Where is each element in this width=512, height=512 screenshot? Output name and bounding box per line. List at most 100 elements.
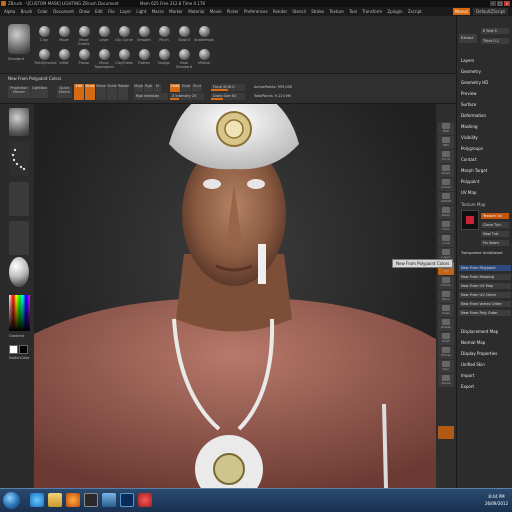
new-txtr-button[interactable]: New Txtr [481, 231, 509, 237]
start-button[interactable] [3, 492, 20, 509]
tray-geometry[interactable]: Geometry [461, 69, 481, 74]
tray-deformation[interactable]: Deformation [461, 113, 486, 118]
menu-texture[interactable]: Texture [329, 9, 344, 14]
color-chip-button[interactable] [438, 426, 454, 439]
new-from-uv-check-button[interactable]: New From UV Check [459, 292, 511, 298]
move-button[interactable]: Move [96, 84, 106, 100]
menu-file[interactable]: File [108, 9, 115, 14]
brush-move-topological[interactable]: Move Topological [94, 49, 114, 69]
texture-slot-icon[interactable] [9, 221, 29, 255]
zadd-button[interactable]: Zadd [170, 84, 180, 92]
menus-toggle-button[interactable]: Menus [452, 8, 471, 15]
m-button[interactable]: M [154, 84, 161, 92]
tray-unified-skin[interactable]: Unified Skin [461, 362, 485, 367]
tray-normal-map[interactable]: Normal Map [461, 340, 485, 345]
ie-icon[interactable] [30, 493, 44, 507]
texture-thumbnail[interactable] [461, 210, 479, 230]
brush-slot-icon[interactable] [9, 108, 29, 136]
projection-master-button[interactable]: Projection Master [8, 86, 30, 98]
standard-brush-preview[interactable] [8, 24, 30, 54]
brush-move-elastic[interactable]: Move Elastic [74, 26, 94, 46]
zsub-button[interactable]: Zsub [181, 84, 191, 92]
document-canvas[interactable] [34, 104, 436, 488]
secondary-color-swatch[interactable] [19, 345, 28, 354]
brush-planar[interactable]: Planar [74, 49, 94, 69]
brush-inflat[interactable]: Inflat [54, 49, 74, 69]
alpha-slot-icon[interactable] [9, 182, 29, 216]
firefox-icon[interactable] [66, 493, 80, 507]
draw-button[interactable]: Draw [85, 84, 95, 100]
rotate-button[interactable]: Rotate [118, 84, 129, 100]
menu-picker[interactable]: Picker [227, 9, 239, 14]
main-color-swatch[interactable] [9, 345, 18, 354]
frame-button[interactable]: Frame [438, 276, 454, 289]
brush-nudge[interactable]: Nudge [154, 49, 174, 69]
material-sphere-icon[interactable] [9, 257, 29, 287]
persp-button[interactable]: Persp [438, 206, 454, 219]
extract-button[interactable]: Extract [459, 34, 477, 43]
menu-color[interactable]: Color [37, 9, 47, 14]
tray-uv-map[interactable]: UV Map [461, 190, 476, 195]
brush-hpolish[interactable]: hPolish [194, 49, 214, 69]
menu-zscript[interactable]: Zscript [408, 9, 422, 14]
brush-move[interactable]: Move [54, 26, 74, 46]
menu-zplugin[interactable]: Zplugin [387, 9, 402, 14]
zscript-dropdown[interactable]: DefaultZScript [473, 8, 508, 15]
tray-texture-map[interactable]: Texture Map [461, 202, 485, 207]
actual-button[interactable]: Actual [438, 178, 454, 191]
fix-seam-button[interactable]: Fix Seam [481, 240, 509, 246]
transparent-antialiased-options[interactable]: Transparent AntiAliased [459, 250, 511, 256]
media-icon[interactable] [138, 493, 152, 507]
tray-polygroups[interactable]: Polygroups [461, 146, 483, 151]
brush-snakehook[interactable]: SnakeHook [194, 26, 214, 46]
solo-button[interactable]: Solo [438, 360, 454, 373]
aahalf-button[interactable]: AAHalf [438, 192, 454, 205]
zcut-button[interactable]: Zcut [192, 84, 202, 92]
rotate-view-button[interactable]: Rotate [438, 318, 454, 331]
menu-tool[interactable]: Tool [349, 9, 357, 14]
menu-material[interactable]: Material [188, 9, 204, 14]
minimize-button[interactable]: – [490, 1, 496, 6]
menu-alpha[interactable]: Alpha [4, 9, 15, 14]
edit-button[interactable]: Edit [74, 84, 84, 100]
tray-import[interactable]: Import [461, 373, 474, 378]
menu-macro[interactable]: Macro [152, 9, 164, 14]
brush-clip-curve[interactable]: Clip Curve [114, 26, 134, 46]
new-from-polypaint-button[interactable]: New From Polypaint [459, 265, 511, 271]
spix-button[interactable]: SPix [438, 136, 454, 149]
menu-transform[interactable]: Transform [362, 9, 382, 14]
xpose-button[interactable]: Xpose [438, 374, 454, 387]
lightbox-button[interactable]: LightBox [31, 86, 48, 98]
menu-light[interactable]: Light [136, 9, 146, 14]
menu-document[interactable]: Document [53, 9, 74, 14]
menu-stroke[interactable]: Stroke [311, 9, 324, 14]
tray-visibility[interactable]: Visibility [461, 135, 478, 140]
texture-on-button[interactable]: Texture On [481, 213, 509, 219]
clone-txtr-button[interactable]: Clone Txtr [481, 222, 509, 228]
bpr-button[interactable]: BPR [438, 122, 454, 135]
brush-slash3[interactable]: Slash3 [174, 26, 194, 46]
tray-polypaint[interactable]: Polypaint [461, 179, 479, 184]
tray-surface[interactable]: Surface [461, 102, 476, 107]
e-smt-slider[interactable]: E Smt 5 [481, 28, 509, 34]
color-picker[interactable] [9, 295, 30, 331]
draw-size-slider[interactable]: Draw Size 64 [211, 93, 245, 100]
menu-stencil[interactable]: Stencil [292, 9, 306, 14]
new-from-uv-map-button[interactable]: New From UV Map [459, 283, 511, 289]
menu-marker[interactable]: Marker [169, 9, 183, 14]
explorer-icon[interactable] [48, 493, 62, 507]
brush-layer[interactable]: Layer [94, 26, 114, 46]
tray-contact[interactable]: Contact [461, 157, 477, 162]
zbrush-icon[interactable] [84, 493, 98, 507]
tray-geometry-hd[interactable]: Geometry HD [461, 80, 488, 85]
tray-morph-target[interactable]: Morph Target [461, 168, 487, 173]
move-view-button[interactable]: Move [438, 290, 454, 303]
menu-brush[interactable]: Brush [21, 9, 33, 14]
menu-draw[interactable]: Draw [79, 9, 89, 14]
brush-dam-standard[interactable]: Dam Standard [174, 49, 194, 69]
thick-slider[interactable]: Thick 0.1 [481, 38, 509, 44]
monitor-icon[interactable] [102, 493, 116, 507]
brush-pinch[interactable]: Pinch [154, 26, 174, 46]
brush-clay[interactable]: Clay [34, 26, 54, 46]
new-from-masking-button[interactable]: New From Masking [459, 274, 511, 280]
